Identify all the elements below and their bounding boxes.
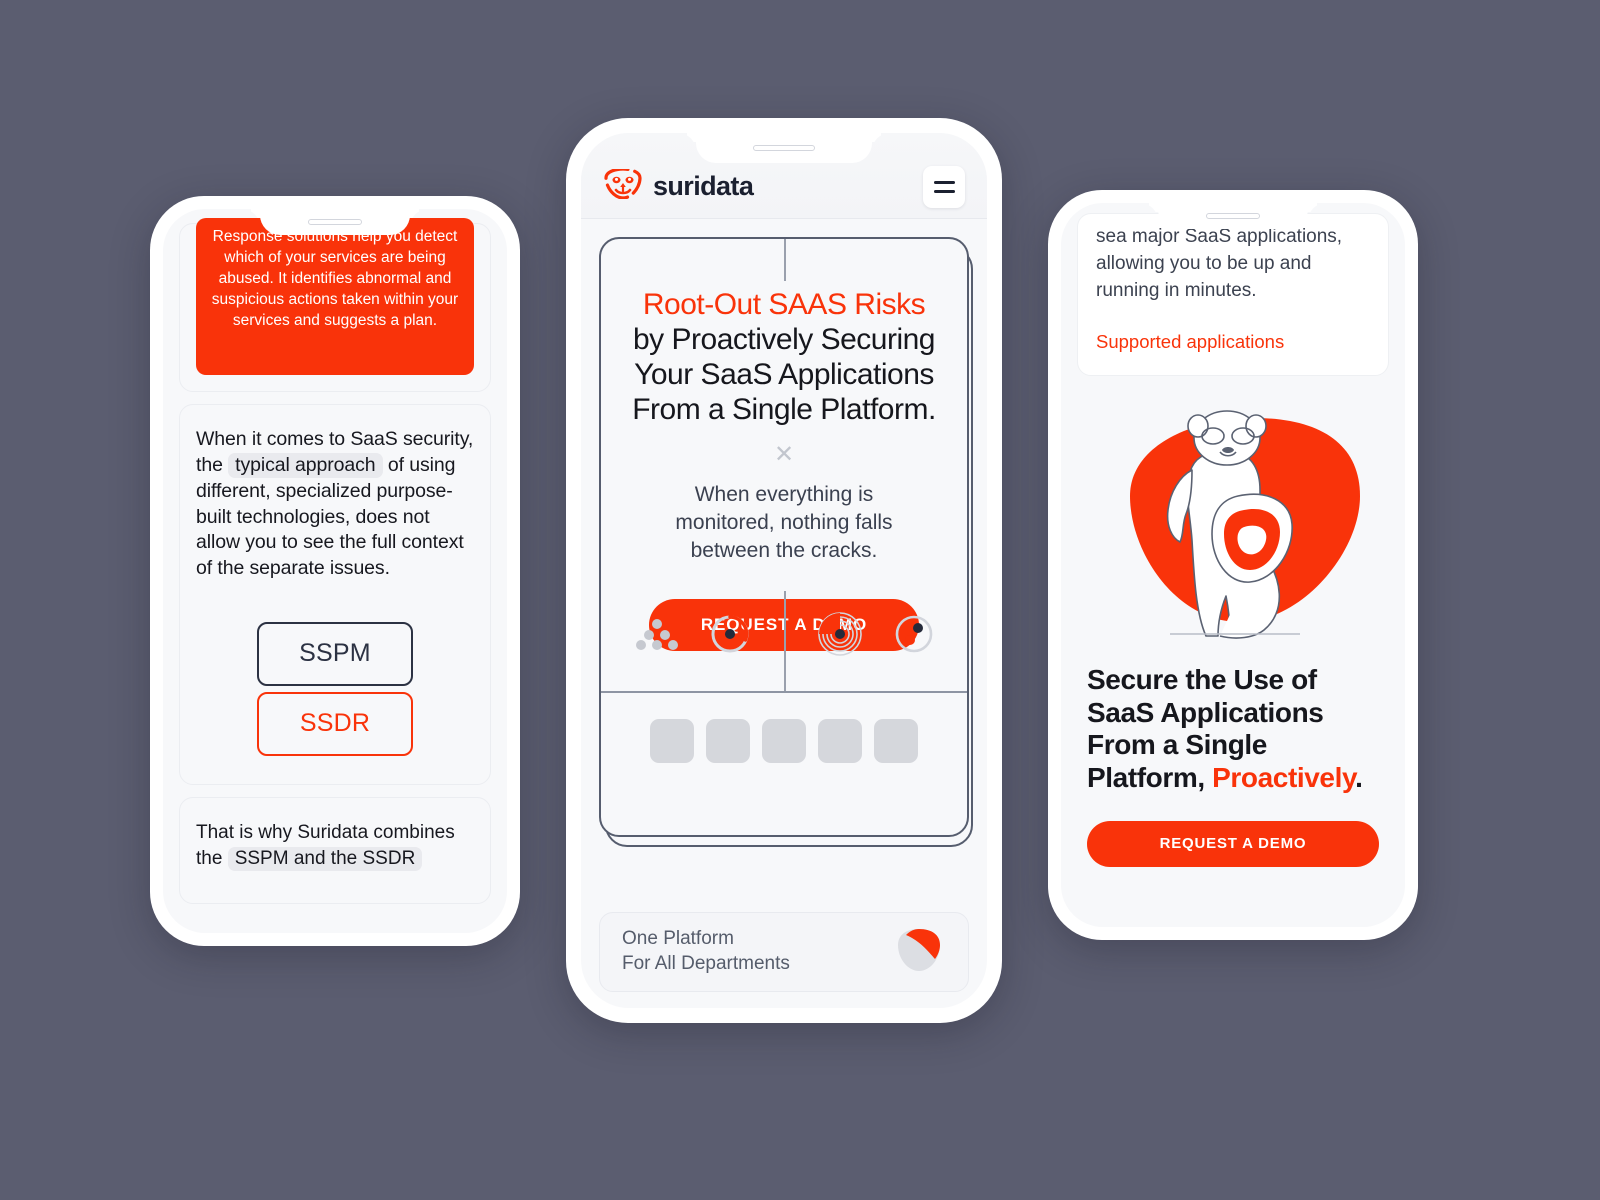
- right-headline-part2: .: [1355, 762, 1363, 794]
- phone-left-screen: Response solutions help you detect which…: [163, 209, 507, 933]
- app-tile-row: [601, 719, 967, 763]
- phone-right-screen: sea major SaaS applications, allowing yo…: [1061, 203, 1405, 927]
- speaker-grill: [1206, 213, 1260, 219]
- app-tile[interactable]: [650, 719, 694, 763]
- phone-left-notch: [260, 209, 410, 235]
- speaker-grill: [308, 219, 362, 225]
- app-tile[interactable]: [818, 719, 862, 763]
- right-headline-highlight: Proactively: [1212, 762, 1356, 794]
- center-footer-wrapper: One Platform For All Departments: [581, 912, 987, 992]
- one-platform-line2: For All Departments: [622, 953, 790, 974]
- phone-right: sea major SaaS applications, allowing yo…: [1048, 190, 1418, 940]
- sspm-pill[interactable]: SSPM: [257, 621, 413, 686]
- left-pill-stack: SSPM SSDR: [196, 621, 474, 756]
- suridata-shield-icon: [892, 923, 946, 982]
- left-body-paragraph: When it comes to SaaS security, the typi…: [196, 427, 474, 581]
- right-top-card: sea major SaaS applications, allowing yo…: [1077, 213, 1389, 376]
- left-body-card: When it comes to SaaS security, the typi…: [179, 404, 491, 785]
- one-platform-line1: One Platform: [622, 928, 734, 950]
- widget-icon-group-left: [601, 613, 784, 660]
- hamburger-menu-icon[interactable]: [923, 165, 965, 208]
- phone-right-notch: [1158, 203, 1308, 229]
- right-headline: Secure the Use of SaaS Applications From…: [1087, 664, 1379, 795]
- app-tile[interactable]: [706, 719, 750, 763]
- phone-center: suridata Root-Out SAAS Risks by Proactiv…: [566, 118, 1002, 1023]
- meerkat-with-shield-illustration: [1061, 400, 1405, 650]
- request-demo-button-right[interactable]: REQUEST A DEMO: [1087, 820, 1379, 867]
- widget-divider-left: [599, 309, 601, 609]
- suridata-meerkat-logo-icon: [603, 167, 643, 204]
- widget-icon-row: [601, 611, 967, 662]
- hero-widget-wrapper: Root-Out SAAS Risks by Proactively Secur…: [599, 237, 973, 847]
- brand-logo[interactable]: suridata: [603, 167, 754, 204]
- phone-center-screen: suridata Root-Out SAAS Risks by Proactiv…: [581, 133, 987, 1008]
- progress-ring-icon: [709, 613, 751, 660]
- supported-applications-link[interactable]: Supported applications: [1096, 331, 1370, 353]
- left-red-card-wrapper: Response solutions help you detect which…: [179, 218, 491, 393]
- speaker-grill: [753, 145, 815, 151]
- two-dot-ring-icon: [893, 613, 935, 660]
- brand-name: suridata: [653, 171, 754, 201]
- left-footer-card: That is why Suridata combines the SSPM a…: [179, 796, 491, 904]
- left-footer-chip: SSPM and the SSDR: [227, 847, 423, 872]
- widget-divider-top: [784, 239, 786, 281]
- left-red-card-text: Response solutions help you detect which…: [196, 218, 474, 376]
- hero-widget: Root-Out SAAS Risks by Proactively Secur…: [599, 237, 969, 837]
- one-platform-card[interactable]: One Platform For All Departments: [599, 912, 969, 992]
- radar-rings-icon: [817, 611, 863, 662]
- screenshot-stage: Response solutions help you detect which…: [0, 0, 1600, 1200]
- right-top-text: sea major SaaS applications, allowing yo…: [1096, 226, 1343, 301]
- app-tile[interactable]: [762, 719, 806, 763]
- one-platform-text: One Platform For All Departments: [622, 927, 790, 976]
- app-tile[interactable]: [874, 719, 918, 763]
- phone-left: Response solutions help you detect which…: [150, 196, 520, 946]
- left-footer-paragraph: That is why Suridata combines the SSPM a…: [196, 820, 474, 873]
- phone-center-notch: [696, 133, 872, 163]
- hero-headline-highlight: Root-Out SAAS Risks: [642, 288, 926, 321]
- widget-icon-group-right: [784, 611, 967, 662]
- widget-divider-horizontal: [601, 691, 967, 693]
- hero-headline-rest: by Proactively Securing Your SaaS Applic…: [632, 323, 936, 427]
- ssdr-pill[interactable]: SSDR: [257, 691, 413, 756]
- close-x-icon: ✕: [773, 441, 795, 469]
- left-body-chip: typical approach: [228, 453, 383, 479]
- hero-subhead: When everything is monitored, nothing fa…: [675, 483, 893, 563]
- dot-cluster-icon: [635, 617, 679, 656]
- hero-headline: Root-Out SAAS Risks by Proactively Secur…: [627, 287, 941, 427]
